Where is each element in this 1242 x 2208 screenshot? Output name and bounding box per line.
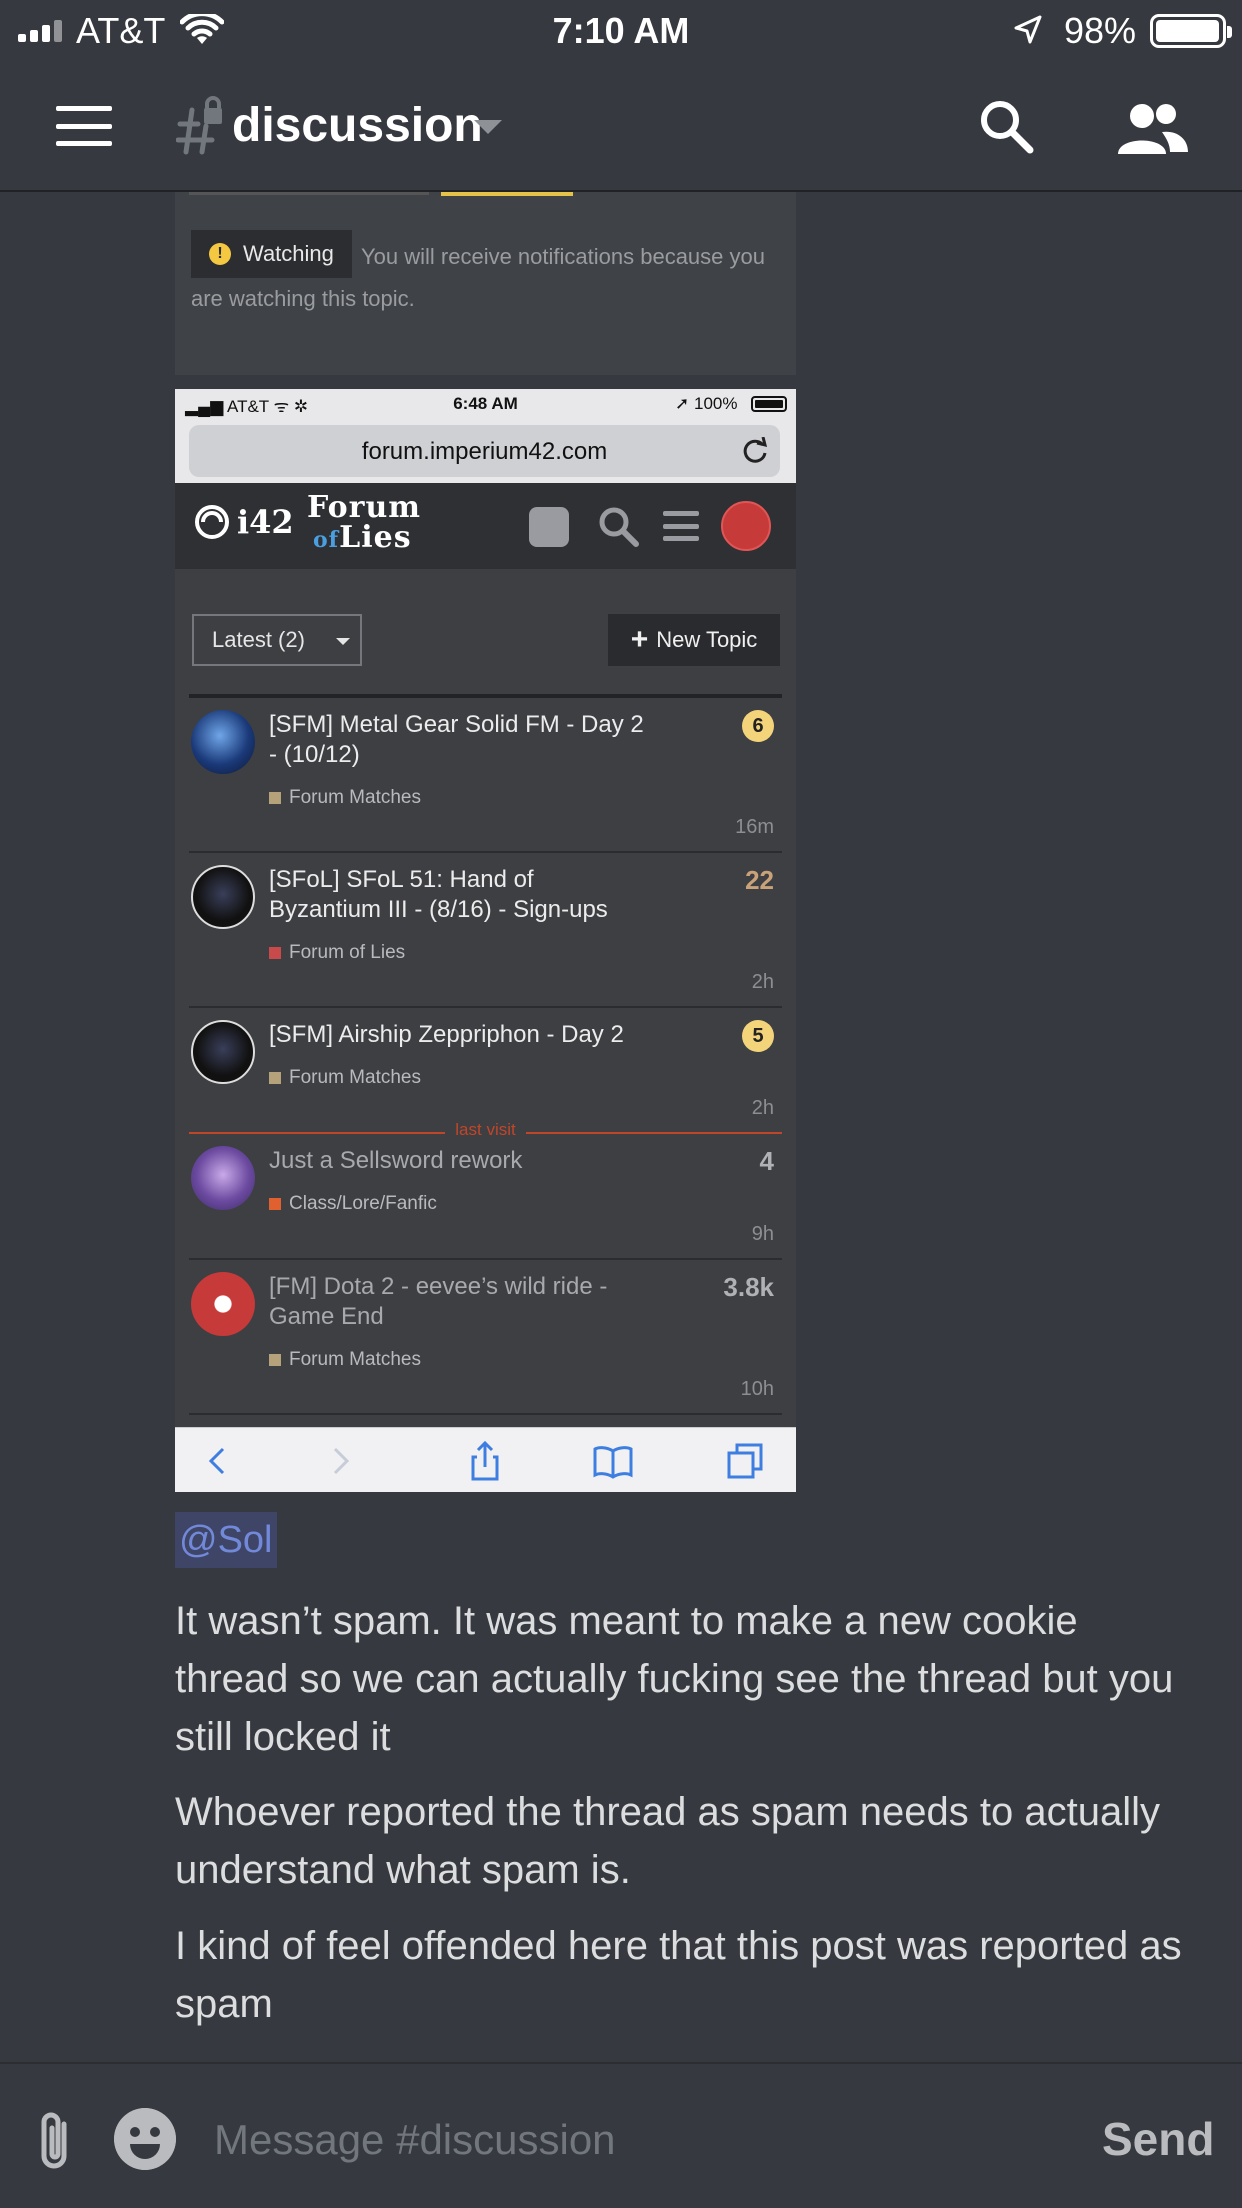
topic-title: [SFM] Metal Gear Solid FM - Day 2 - (10/… <box>269 711 644 768</box>
reload-icon <box>743 437 768 463</box>
latest-filter-button: Latest (2) <box>192 614 362 666</box>
share-icon <box>471 1441 499 1481</box>
topic-category: Forum Matches <box>269 1067 421 1089</box>
bookmarks-icon <box>593 1446 633 1479</box>
category-swatch <box>269 792 281 804</box>
watching-button: ! Watching <box>191 230 352 278</box>
search-icon[interactable] <box>978 98 1034 154</box>
unread-badge: 6 <box>742 710 774 742</box>
latest-label: Latest (2) <box>212 627 305 652</box>
topic-category: Forum of Lies <box>269 942 405 964</box>
category-swatch <box>269 1072 281 1084</box>
location-arrow-icon <box>1014 15 1042 44</box>
search-icon <box>599 507 639 547</box>
reply-count: 3.8k <box>723 1272 774 1302</box>
topic-category: Forum Matches <box>269 787 421 809</box>
embedded-url-bar: forum.imperium42.com <box>175 419 796 483</box>
message-input[interactable] <box>214 2112 1034 2168</box>
topic-age: 2h <box>751 971 774 993</box>
reply-count: 22 <box>745 865 774 895</box>
battery-icon <box>751 396 787 412</box>
avatar <box>191 1146 255 1210</box>
topic-row: [SFM] Metal Gear Solid FM - Day 2 - (10/… <box>189 698 782 853</box>
category-swatch <box>269 1198 281 1210</box>
chevron-down-icon[interactable] <box>474 120 502 134</box>
status-time: 7:10 AM <box>552 10 690 51</box>
topic-age: 10h <box>740 1378 774 1400</box>
message-text: Whoever reported the thread as spam need… <box>175 1790 1160 1892</box>
topic-list: [SFM] Metal Gear Solid FM - Day 2 - (10/… <box>189 694 782 1415</box>
plus-icon: + <box>630 623 649 656</box>
topic-row: [SFoL] SFoL 51: Hand of Byzantium III - … <box>189 853 782 1008</box>
topic-age: 2h <box>751 1097 774 1119</box>
topic-title: [SFoL] SFoL 51: Hand of Byzantium III - … <box>269 866 608 923</box>
embedded-battery: 100% <box>693 394 738 413</box>
new-topic-label: New Topic <box>656 627 758 652</box>
logo-line-of: of <box>313 527 340 553</box>
new-topic-button: + New Topic <box>608 614 780 666</box>
tabs-icon <box>727 1443 763 1479</box>
i42-logo: i42 <box>193 503 294 541</box>
channel-name[interactable]: discussion <box>232 98 483 153</box>
send-button[interactable]: Send <box>1102 2112 1214 2166</box>
members-icon[interactable] <box>1116 100 1188 156</box>
i42-logo-text: i42 <box>237 503 294 541</box>
category-swatch <box>269 947 281 959</box>
unread-badge: 5 <box>742 1020 774 1052</box>
swirl-logo-icon <box>195 505 229 539</box>
reply-count: 4 <box>759 1146 774 1176</box>
watching-label: Watching <box>243 241 334 266</box>
topic-row: [FM] Dota 2 - eevee’s wild ride - Game E… <box>189 1260 782 1415</box>
user-mention[interactable]: @Sol <box>175 1512 277 1568</box>
location-arrow-icon: ➚ <box>675 394 690 413</box>
topic-title: [SFM] Airship Zeppriphon - Day 2 <box>269 1021 624 1048</box>
emoji-icon[interactable] <box>114 2108 176 2170</box>
safari-toolbar <box>175 1427 796 1492</box>
battery-icon <box>1150 14 1232 48</box>
battery-percent: 98% <box>1064 10 1137 51</box>
topic-age: 16m <box>735 816 774 838</box>
logo-line-forum: Forum <box>307 490 422 525</box>
menu-icon <box>663 511 699 541</box>
logo-line-lies: Lies <box>339 520 412 555</box>
avatar <box>191 710 255 774</box>
avatar <box>721 501 771 551</box>
topic-row: Just a Sellsword rework Class/Lore/Fanfi… <box>189 1134 782 1260</box>
topic-row: [SFM] Airship Zeppriphon - Day 2 Forum M… <box>189 1008 782 1134</box>
topic-category: Forum Matches <box>269 1349 421 1371</box>
category-swatch <box>269 1354 281 1366</box>
chevron-down-icon <box>336 638 350 645</box>
topic-category: Class/Lore/Fanfic <box>269 1193 437 1215</box>
message-text: It wasn’t spam. It was meant to make a n… <box>175 1599 1174 1759</box>
topic-age: 9h <box>751 1223 774 1245</box>
embedded-url: forum.imperium42.com <box>361 438 608 465</box>
forum-of-lies-logo: Forum ofLies <box>307 493 421 555</box>
back-icon <box>208 1447 225 1475</box>
topic-title: Just a Sellsword rework <box>269 1147 523 1174</box>
menu-icon[interactable] <box>56 106 112 146</box>
avatar <box>191 1020 255 1084</box>
embedded-screenshot[interactable]: ▂▄▆ AT&T ᯤ ✲ 6:48 AM ➚ 100% forum.imperi… <box>175 389 796 1492</box>
discord-icon <box>529 507 569 547</box>
avatar <box>191 865 255 929</box>
embedded-status-bar: ▂▄▆ AT&T ᯤ ✲ 6:48 AM ➚ 100% <box>175 389 796 419</box>
paperclip-icon[interactable] <box>36 2110 76 2172</box>
avatar <box>191 1272 255 1336</box>
forward-icon <box>333 1447 350 1475</box>
embedded-image-top[interactable]: You will receive notifications because y… <box>175 192 796 375</box>
message-composer: Send <box>0 2062 1242 2208</box>
channel-header: discussion <box>0 62 1242 192</box>
message-text: I kind of feel offended here that this p… <box>175 1924 1182 2026</box>
locked-channel-icon <box>176 96 222 155</box>
topic-title: [FM] Dota 2 - eevee’s wild ride - Game E… <box>269 1273 608 1330</box>
forum-header: i42 Forum ofLies <box>175 483 796 569</box>
alert-icon: ! <box>209 243 231 265</box>
status-bar: AT&T 7:10 AM 98% <box>0 0 1242 62</box>
